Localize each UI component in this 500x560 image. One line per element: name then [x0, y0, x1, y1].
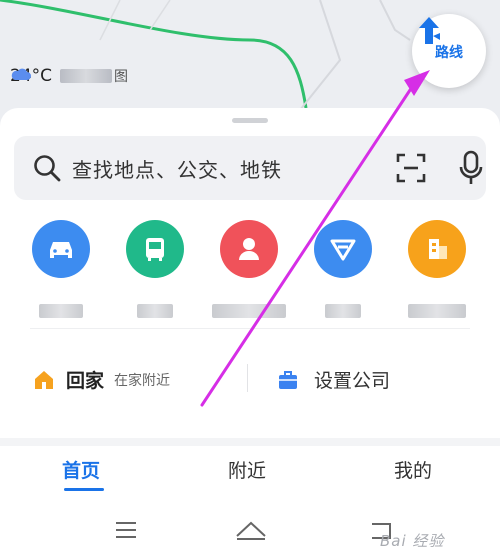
home-icon [35, 370, 53, 389]
divider [30, 328, 470, 329]
tab-home[interactable]: 首页 [62, 456, 100, 483]
shortcut-row [0, 220, 500, 330]
home-nav-icon[interactable] [234, 518, 268, 542]
person-icon [239, 238, 259, 260]
microphone-icon[interactable] [458, 150, 484, 186]
blurred-label [408, 304, 466, 318]
shortcut-circle [408, 220, 466, 278]
home-label: 回家 [66, 370, 105, 392]
car-icon [50, 242, 72, 258]
search-placeholder: 查找地点、公交、地铁 [72, 157, 282, 182]
building-icon [429, 239, 447, 259]
blurred-label [325, 304, 361, 318]
weather-widget[interactable]: 24°C 图 [10, 66, 128, 86]
home-sublabel: 在家附近 [114, 372, 171, 389]
vertical-separator [247, 364, 248, 392]
shortcut-circle [126, 220, 184, 278]
menu-icon[interactable] [114, 520, 138, 540]
route-button[interactable]: 路线 [412, 14, 486, 88]
set-company-button[interactable]: 设置公司 [276, 366, 390, 393]
route-badge-icon [330, 239, 356, 261]
search-bar[interactable]: 查找地点、公交、地铁 [14, 136, 486, 200]
active-tab-indicator [64, 488, 104, 491]
cloud-icon [11, 68, 31, 80]
shortcut-person[interactable] [204, 220, 294, 318]
shortcut-bus[interactable] [110, 220, 200, 318]
shortcut-circle [314, 220, 372, 278]
bottom-panel: 查找地点、公交、地铁 回家 在家附近 设置公司 [0, 108, 500, 438]
blurred-label [137, 304, 173, 318]
drag-handle[interactable] [232, 118, 268, 123]
briefcase-icon [279, 370, 297, 389]
bottom-nav: 首页 附近 我的 [0, 446, 500, 496]
tab-mine[interactable]: 我的 [394, 456, 432, 483]
shortcut-circle [32, 220, 90, 278]
blurred-text [60, 69, 113, 83]
tab-nearby[interactable]: 附近 [228, 456, 266, 483]
go-home-button[interactable]: 回家 在家附近 [32, 366, 170, 393]
weather-suffix: 图 [114, 69, 129, 85]
panel-gap [0, 438, 500, 446]
shortcut-route[interactable] [298, 220, 388, 318]
shortcut-building[interactable] [392, 220, 482, 318]
company-label: 设置公司 [314, 370, 391, 392]
scan-icon[interactable] [396, 153, 426, 183]
watermark: Bai 经验 [380, 532, 445, 550]
blurred-label [39, 304, 83, 318]
shortcut-circle [220, 220, 278, 278]
route-arrow-icon [419, 17, 440, 44]
quick-actions: 回家 在家附近 设置公司 [0, 356, 500, 400]
shortcut-drive[interactable] [16, 220, 106, 318]
blurred-label [212, 304, 286, 318]
search-icon [34, 155, 61, 182]
bus-icon [146, 238, 164, 261]
